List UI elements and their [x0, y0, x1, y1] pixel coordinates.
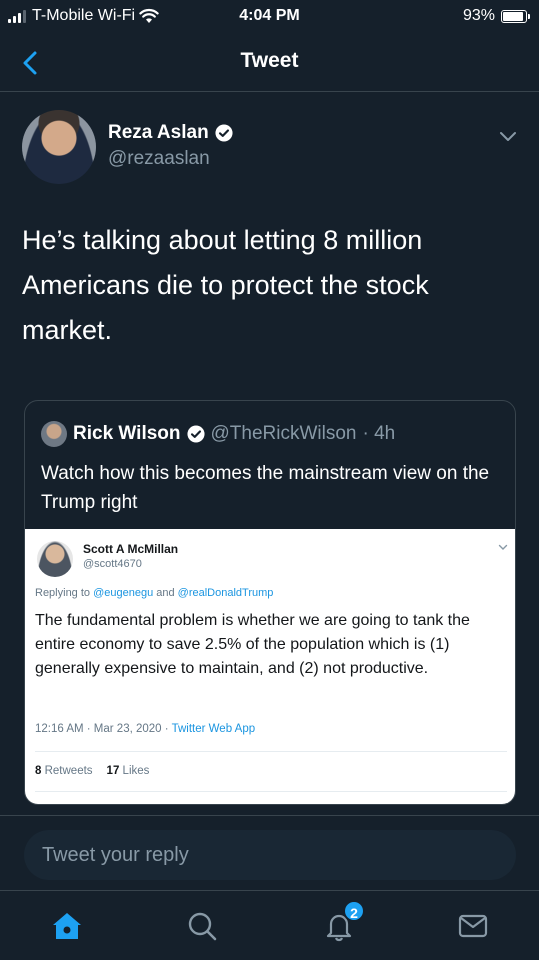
replying-prefix: Replying to	[35, 587, 94, 599]
likes-label: Likes	[122, 765, 150, 777]
likes-stat: 17 Likes	[107, 765, 150, 777]
quoted-author-avatar	[41, 421, 67, 447]
tab-bar: 2	[0, 890, 539, 960]
chevron-down-icon	[498, 544, 508, 550]
quoted-tweet-header: Rick Wilson @TheRickWilson · 4h	[41, 421, 395, 447]
reply-bar	[0, 815, 539, 887]
reply-input[interactable]	[24, 830, 516, 880]
mail-icon[interactable]	[456, 909, 490, 943]
status-right: 93%	[462, 7, 530, 25]
embedded-tweet-time: 12:16 AM · Mar 23, 2020 ·	[35, 723, 172, 735]
embedded-author-avatar	[37, 541, 73, 577]
divider	[35, 791, 507, 792]
status-time: 4:04 PM	[239, 7, 300, 24]
embedded-tweet-stats: 8 Retweets 17 Likes	[35, 765, 149, 777]
tweet-author: Reza Aslan @rezaaslan	[22, 110, 522, 190]
author-name-row[interactable]: Reza Aslan	[108, 122, 233, 144]
retweets-label: Retweets	[44, 765, 93, 777]
embedded-tweet-text: The fundamental problem is whether we ar…	[35, 612, 470, 677]
notifications-tab[interactable]: 2	[322, 900, 365, 943]
tweet-text: He’s talking about letting 8 million Ame…	[22, 225, 429, 345]
battery-percent: 93%	[462, 7, 495, 24]
divider	[35, 751, 507, 752]
replying-and: and	[153, 587, 178, 599]
mention-link: @realDonaldTrump	[177, 587, 274, 599]
chevron-down-icon[interactable]	[496, 124, 520, 148]
page-title: Tweet	[240, 49, 299, 72]
quoted-tweet-text: Watch how this becomes the mainstream vi…	[41, 463, 490, 513]
embedded-tweet-meta: 12:16 AM · Mar 23, 2020 · Twitter Web Ap…	[35, 723, 255, 735]
embedded-tweet-image[interactable]: Scott A McMillan @scott4670 Replying to …	[25, 529, 515, 804]
author-avatar[interactable]	[22, 110, 96, 184]
battery-icon	[501, 9, 530, 23]
author-handle[interactable]: @rezaaslan	[108, 148, 210, 170]
embedded-author-handle: @scott4670	[83, 558, 142, 570]
nav-header: Tweet	[0, 36, 539, 92]
quoted-author-name: Rick Wilson	[73, 423, 181, 444]
notification-badge: 2	[343, 900, 365, 922]
home-icon[interactable]	[50, 909, 84, 943]
status-bar: T-Mobile Wi-Fi 4:04 PM 93%	[0, 0, 539, 36]
embedded-replying-to: Replying to @eugenegu and @realDonaldTru…	[35, 587, 273, 599]
retweets-stat: 8 Retweets	[35, 765, 93, 777]
search-icon[interactable]	[185, 909, 219, 943]
mention-link: @eugenegu	[93, 587, 154, 599]
embedded-tweet-source: Twitter Web App	[171, 723, 256, 735]
retweets-count: 8	[35, 765, 42, 777]
likes-count: 17	[106, 765, 120, 777]
author-name: Reza Aslan	[108, 122, 209, 143]
verified-badge-icon	[186, 425, 205, 443]
quoted-author-handle: @TheRickWilson	[210, 423, 357, 444]
quoted-tweet-card[interactable]: Rick Wilson @TheRickWilson · 4h Watch ho…	[24, 400, 516, 805]
embedded-author-name: Scott A McMillan	[83, 542, 179, 556]
verified-badge-icon	[215, 124, 233, 142]
quoted-tweet-time: · 4h	[362, 423, 396, 444]
